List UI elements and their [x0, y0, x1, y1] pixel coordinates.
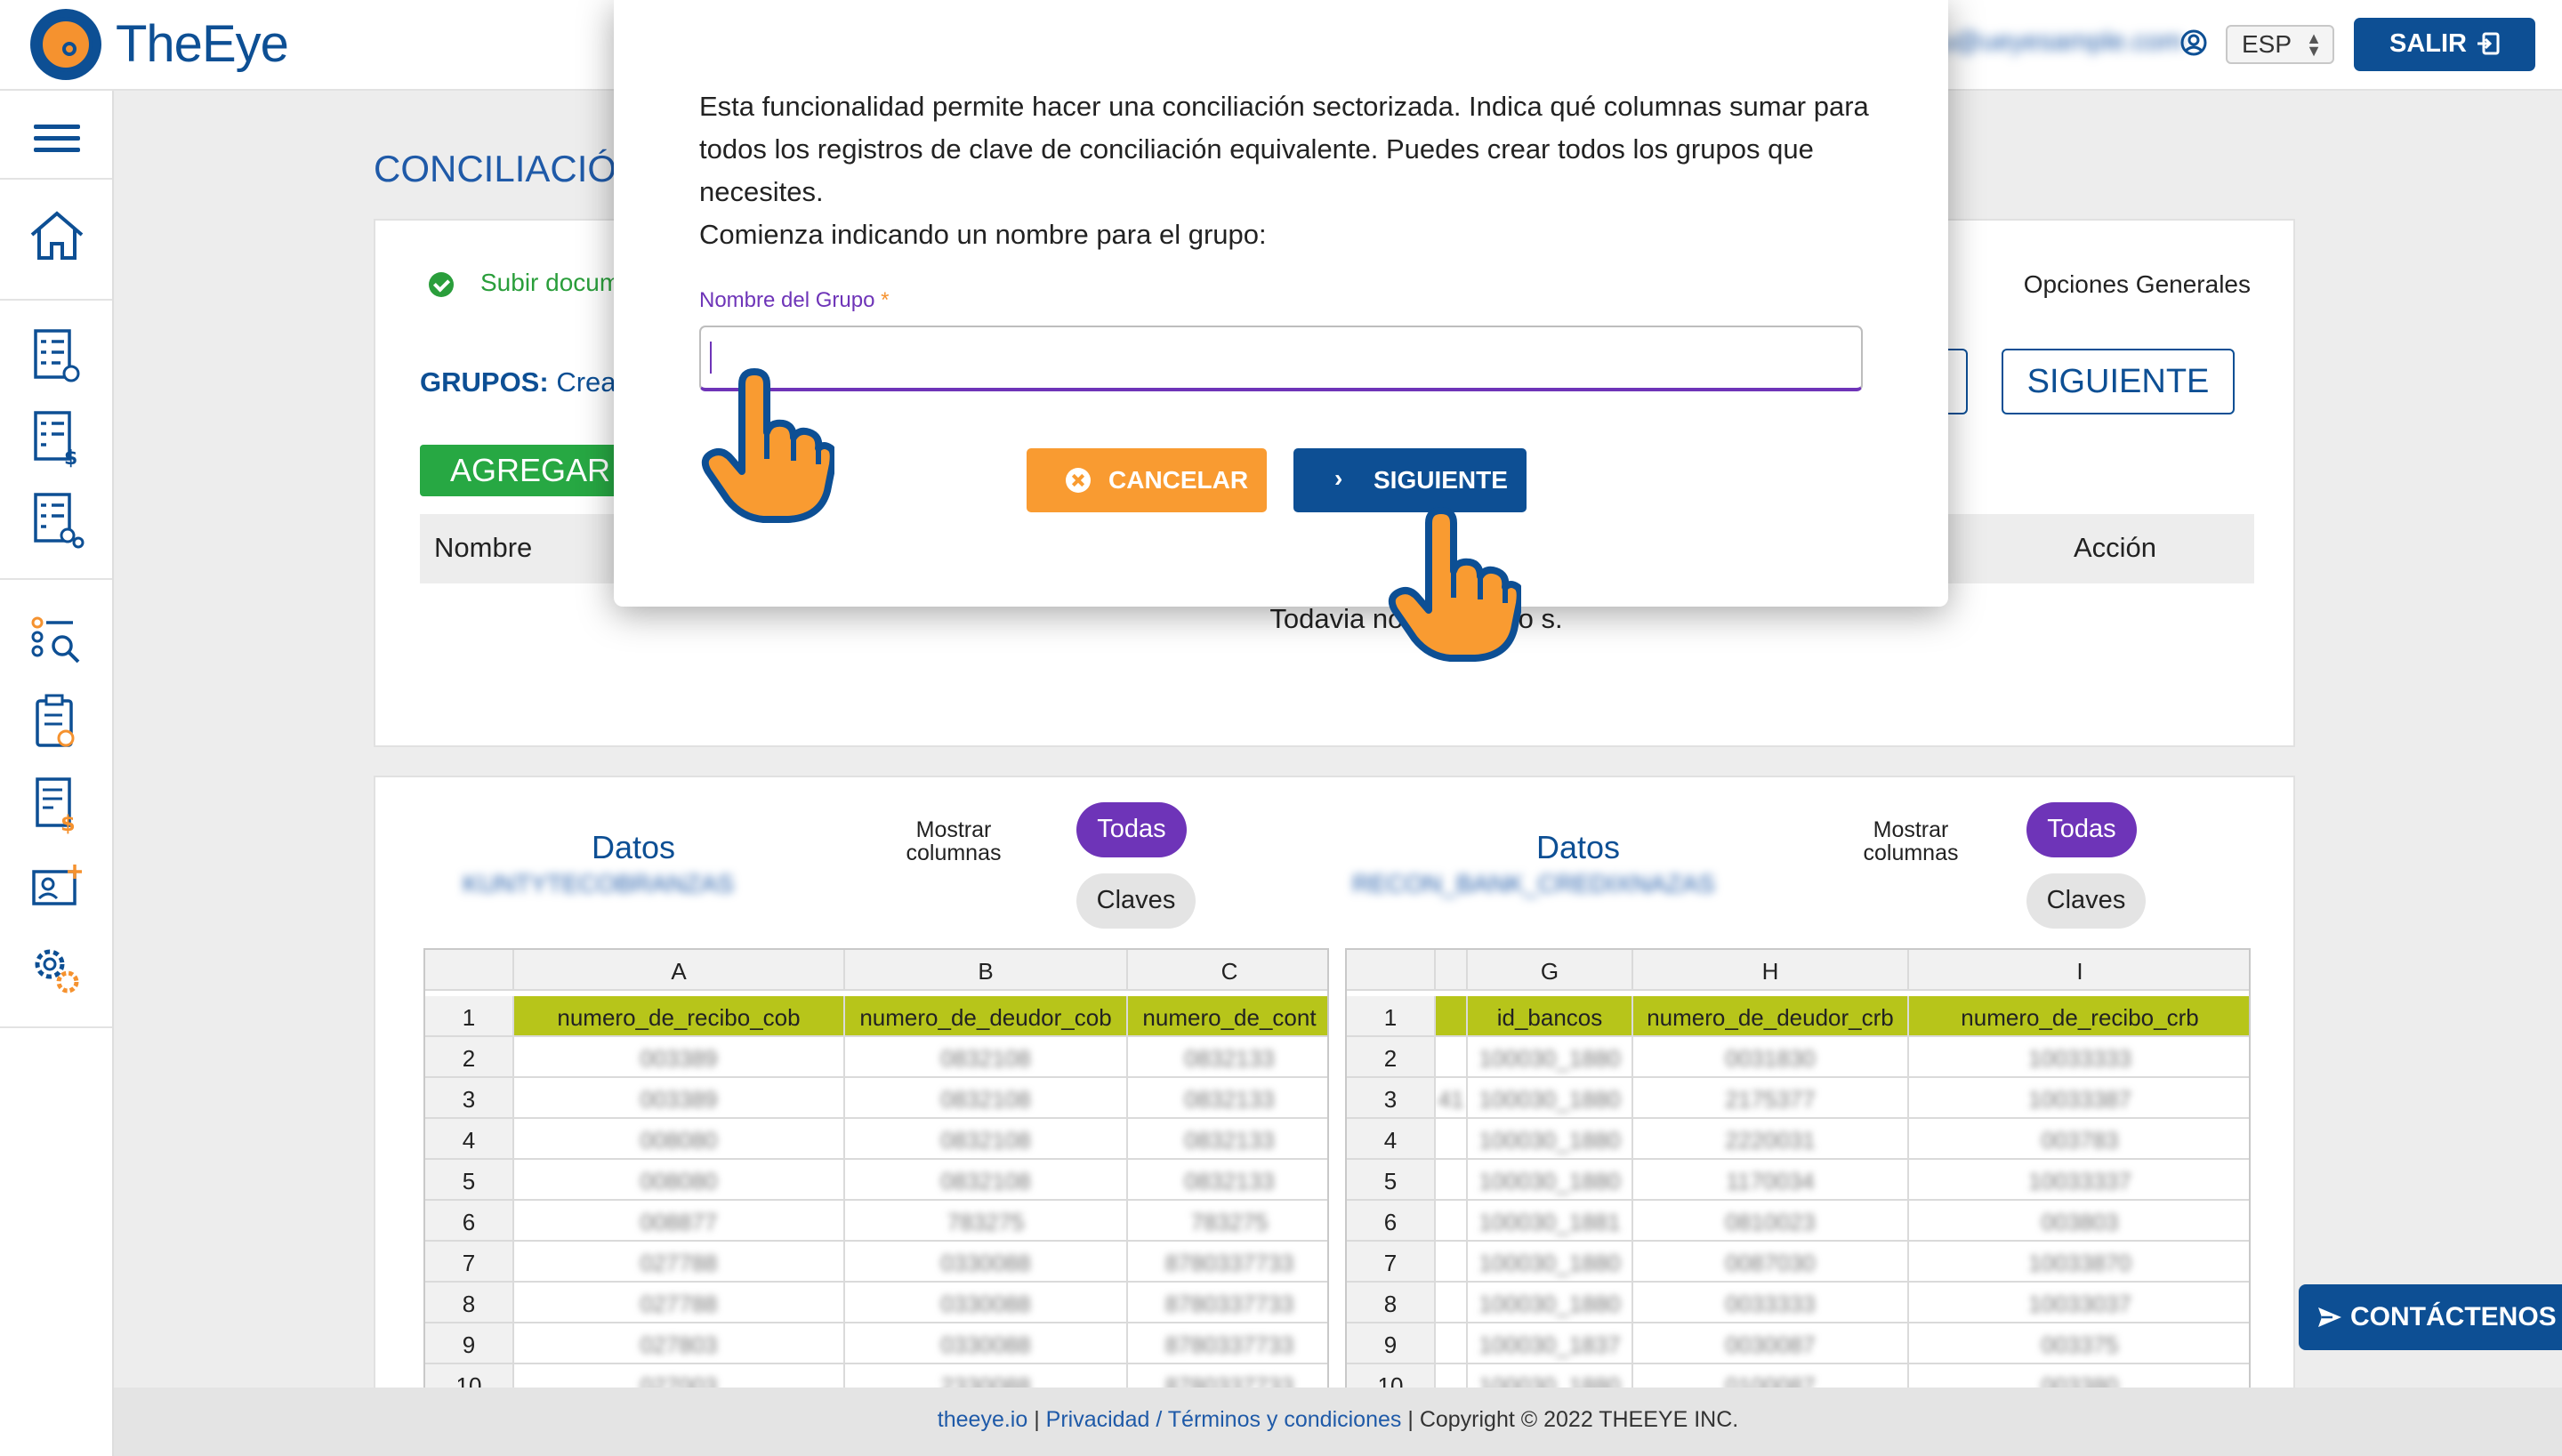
cancel-button[interactable]: CANCELAR: [1027, 448, 1267, 512]
dialog-prompt-text: Comienza indicando un nombre para el gru…: [699, 219, 1267, 250]
next-label: SIGUIENTE: [1374, 466, 1508, 494]
pointing-hand-icon: [701, 368, 834, 523]
close-circle-icon: [1066, 468, 1091, 493]
dialog-description-text: Esta funcionalidad permite hacer una con…: [699, 91, 1869, 207]
pointing-hand-icon: [1388, 507, 1521, 662]
group-name-input[interactable]: [699, 326, 1863, 391]
cancel-label: CANCELAR: [1108, 466, 1249, 494]
chevron-right-icon: ›: [1334, 464, 1343, 492]
required-marker: *: [881, 288, 890, 312]
group-name-label-text: Nombre del Grupo: [699, 288, 875, 312]
group-name-label: Nombre del Grupo *: [699, 288, 889, 313]
dialog-description: Esta funcionalidad permite hacer una con…: [699, 85, 1882, 256]
next-button[interactable]: › SIGUIENTE: [1293, 448, 1527, 512]
